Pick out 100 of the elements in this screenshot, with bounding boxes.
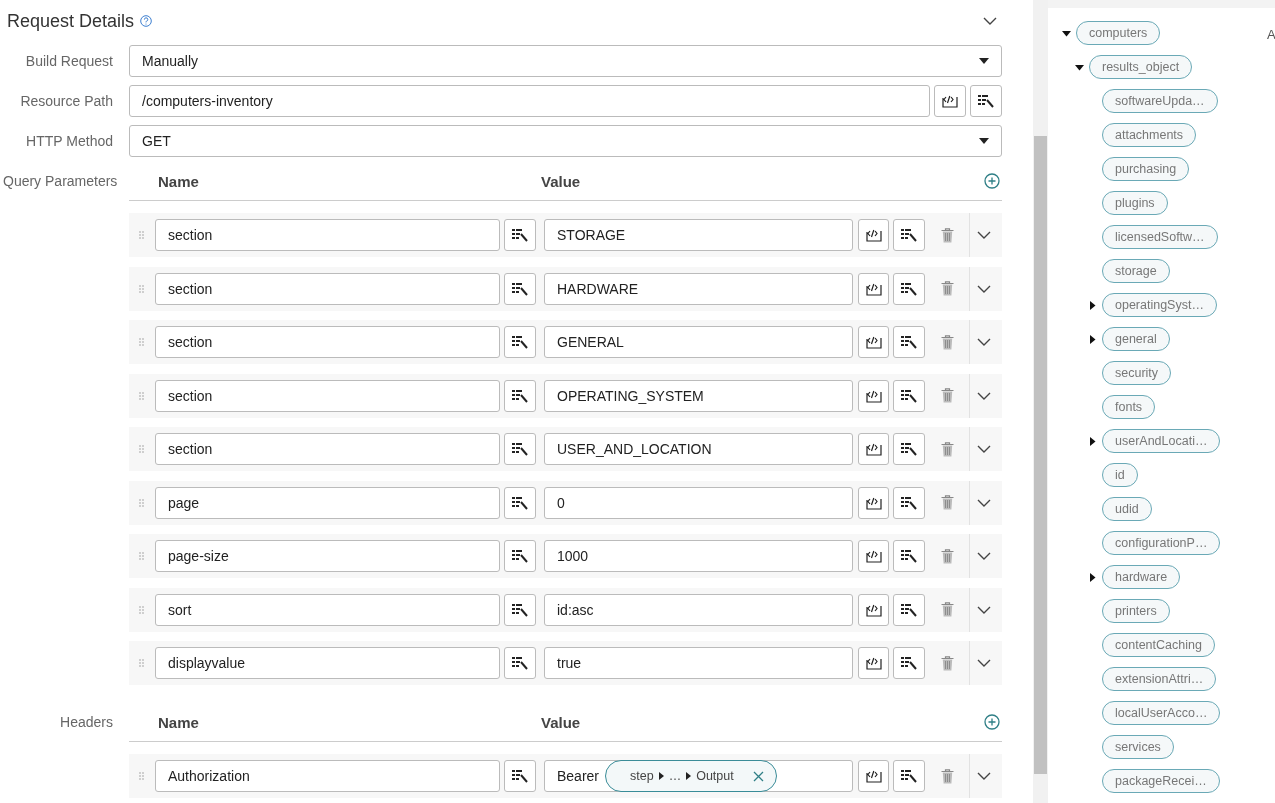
variable-picker-button[interactable] xyxy=(504,540,536,572)
variable-pill[interactable]: general xyxy=(1102,327,1170,351)
trash-icon[interactable] xyxy=(940,441,954,457)
name-field[interactable]: page-size xyxy=(155,540,500,572)
code-editor-button[interactable] xyxy=(858,540,889,572)
scrollbar-thumb[interactable] xyxy=(1034,136,1047,774)
variable-picker-button[interactable] xyxy=(893,219,925,251)
variable-pill[interactable]: id xyxy=(1102,463,1138,487)
variable-pill[interactable]: attachments xyxy=(1102,123,1197,147)
variable-pill[interactable]: operatingSyst… xyxy=(1102,293,1217,317)
variable-picker-button[interactable] xyxy=(893,326,925,358)
variable-pill[interactable]: purchasing xyxy=(1102,157,1190,181)
variable-pill[interactable]: fonts xyxy=(1102,395,1156,419)
variable-pill[interactable]: contentCaching xyxy=(1102,633,1215,657)
code-editor-button[interactable] xyxy=(858,486,889,519)
variable-picker-button[interactable] xyxy=(504,219,536,251)
dropdown[interactable]: GET xyxy=(129,125,1002,157)
drag-handle-icon[interactable] xyxy=(139,338,144,346)
variable-picker-button[interactable] xyxy=(504,593,536,626)
chevron-down-icon[interactable] xyxy=(976,498,991,507)
chevron-down-icon[interactable] xyxy=(976,338,991,346)
drag-handle-icon[interactable] xyxy=(139,498,144,507)
variable-pill[interactable]: computers xyxy=(1076,21,1161,45)
name-field[interactable]: section xyxy=(155,219,500,251)
name-field[interactable]: section xyxy=(155,379,500,412)
variable-pill[interactable]: hardware xyxy=(1102,565,1181,589)
collapsed-arrow-icon[interactable] xyxy=(1088,300,1097,310)
trash-icon[interactable] xyxy=(940,388,954,403)
add-icon[interactable] xyxy=(984,173,1000,189)
code-editor-button[interactable] xyxy=(858,760,889,792)
text-field[interactable]: /computers-inventory xyxy=(129,85,930,117)
variable-picker-button[interactable] xyxy=(893,379,925,412)
value-field[interactable]: 1000 xyxy=(544,540,853,572)
trash-icon[interactable] xyxy=(940,281,954,296)
drag-handle-icon[interactable] xyxy=(139,772,144,780)
trash-icon[interactable] xyxy=(940,227,954,243)
value-field[interactable]: GENERAL xyxy=(544,326,853,358)
code-editor-button[interactable] xyxy=(858,326,889,358)
variable-picker-button[interactable] xyxy=(893,760,925,792)
chevron-down-icon[interactable] xyxy=(976,659,991,667)
variable-pill[interactable]: configurationP… xyxy=(1102,531,1221,555)
variable-pill[interactable]: udid xyxy=(1102,497,1152,521)
drag-handle-icon[interactable] xyxy=(139,231,144,239)
collapsed-arrow-icon[interactable] xyxy=(1088,572,1097,582)
chevron-down-icon[interactable] xyxy=(976,552,991,560)
variable-picker-button[interactable] xyxy=(893,433,925,465)
value-field[interactable]: true xyxy=(544,647,853,679)
variable-pill[interactable]: licensedSoftw… xyxy=(1102,225,1218,249)
drag-handle-icon[interactable] xyxy=(139,552,144,560)
name-field[interactable]: section xyxy=(155,272,500,305)
code-editor-button[interactable] xyxy=(858,593,889,626)
trash-icon[interactable] xyxy=(940,495,954,510)
scrollbar[interactable] xyxy=(1033,0,1048,803)
value-field[interactable]: USER_AND_LOCATION xyxy=(544,433,853,465)
variable-picker-button[interactable] xyxy=(893,272,925,305)
variable-picker-button[interactable] xyxy=(504,647,536,679)
chevron-down-icon[interactable] xyxy=(976,231,991,239)
variable-pill[interactable]: packageRecei… xyxy=(1102,769,1220,793)
chevron-down-icon[interactable] xyxy=(983,17,997,25)
trash-icon[interactable] xyxy=(940,768,954,784)
variable-picker-button[interactable] xyxy=(970,85,1002,117)
name-field[interactable]: page xyxy=(155,486,500,519)
variable-picker-button[interactable] xyxy=(504,379,536,412)
code-editor-button[interactable] xyxy=(858,272,889,305)
variable-pill[interactable]: printers xyxy=(1102,599,1170,623)
variable-pill[interactable]: localUserAcco… xyxy=(1102,701,1221,725)
variable-picker-button[interactable] xyxy=(893,647,925,679)
code-editor-button[interactable] xyxy=(858,219,889,251)
trash-icon[interactable] xyxy=(940,548,954,564)
code-editor-button[interactable] xyxy=(858,379,889,412)
drag-handle-icon[interactable] xyxy=(139,445,144,453)
variable-pill[interactable]: security xyxy=(1102,361,1172,385)
value-field[interactable]: HARDWARE xyxy=(544,272,853,305)
name-field[interactable]: Authorization xyxy=(155,760,500,792)
drag-handle-icon[interactable] xyxy=(139,391,144,400)
value-field[interactable]: STORAGE xyxy=(544,219,853,251)
drag-handle-icon[interactable] xyxy=(139,659,144,667)
variable-pill[interactable]: softwareUpda… xyxy=(1102,89,1218,113)
value-field[interactable]: OPERATING_SYSTEM xyxy=(544,379,853,412)
code-editor-button[interactable] xyxy=(934,85,966,117)
value-field[interactable]: 0 xyxy=(544,486,853,519)
variable-token[interactable]: step … Output xyxy=(605,760,777,792)
trash-icon[interactable] xyxy=(940,334,954,350)
value-field[interactable]: Bearer step … Output xyxy=(544,760,853,792)
variable-picker-button[interactable] xyxy=(504,433,536,465)
chevron-down-icon[interactable] xyxy=(976,445,991,453)
variable-picker-button[interactable] xyxy=(504,486,536,519)
variable-picker-button[interactable] xyxy=(893,486,925,519)
variable-pill[interactable]: plugins xyxy=(1102,191,1168,215)
variable-pill[interactable]: results_object xyxy=(1089,55,1193,79)
variable-picker-button[interactable] xyxy=(893,540,925,572)
help-icon[interactable] xyxy=(140,15,153,27)
value-field[interactable]: id:asc xyxy=(544,593,853,626)
code-editor-button[interactable] xyxy=(858,433,889,465)
drag-handle-icon[interactable] xyxy=(139,605,144,614)
drag-handle-icon[interactable] xyxy=(139,284,144,293)
variable-picker-button[interactable] xyxy=(504,326,536,358)
variable-picker-button[interactable] xyxy=(504,272,536,305)
chevron-down-icon[interactable] xyxy=(976,391,991,400)
close-icon[interactable] xyxy=(752,770,764,782)
